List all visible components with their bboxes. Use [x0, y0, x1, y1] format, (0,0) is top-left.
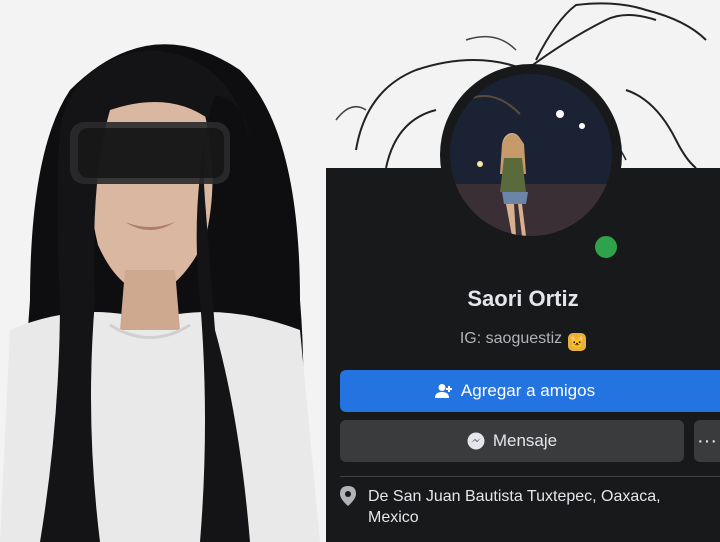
portrait-illustration	[0, 0, 326, 542]
message-button[interactable]: Mensaje	[340, 420, 684, 462]
online-status-dot	[591, 232, 621, 262]
add-friend-label: Agregar a amigos	[460, 381, 596, 400]
more-options-button[interactable]: ···	[694, 420, 720, 462]
add-friend-button[interactable]: Agregar a amigos	[340, 370, 720, 412]
location-text: De San Juan Bautista Tuxtepec, Oaxaca, M…	[368, 486, 718, 528]
location-line-2: Mexico	[368, 509, 419, 526]
avatar-night-photo	[450, 74, 612, 236]
add-person-icon	[434, 383, 453, 399]
instagram-handle-text: IG: saoguestiz	[459, 330, 563, 347]
location-line-1: De San Juan Bautista Tuxtepec, Oaxaca,	[368, 488, 661, 505]
left-portrait-photo	[0, 0, 326, 542]
message-label: Mensaje	[492, 431, 558, 450]
instagram-handle: IG: saoguestiz 🐱	[326, 330, 720, 351]
cat-face-emoji-icon: 🐱	[568, 333, 587, 351]
location-pin-icon	[340, 486, 356, 506]
messenger-icon	[467, 432, 485, 450]
location-row: De San Juan Bautista Tuxtepec, Oaxaca, M…	[340, 486, 720, 528]
section-divider	[340, 476, 720, 477]
profile-card: Saori Ortiz IG: saoguestiz 🐱 Agregar a am…	[326, 0, 720, 542]
profile-name: Saori Ortiz	[467, 286, 579, 311]
profile-avatar[interactable]	[450, 74, 612, 236]
